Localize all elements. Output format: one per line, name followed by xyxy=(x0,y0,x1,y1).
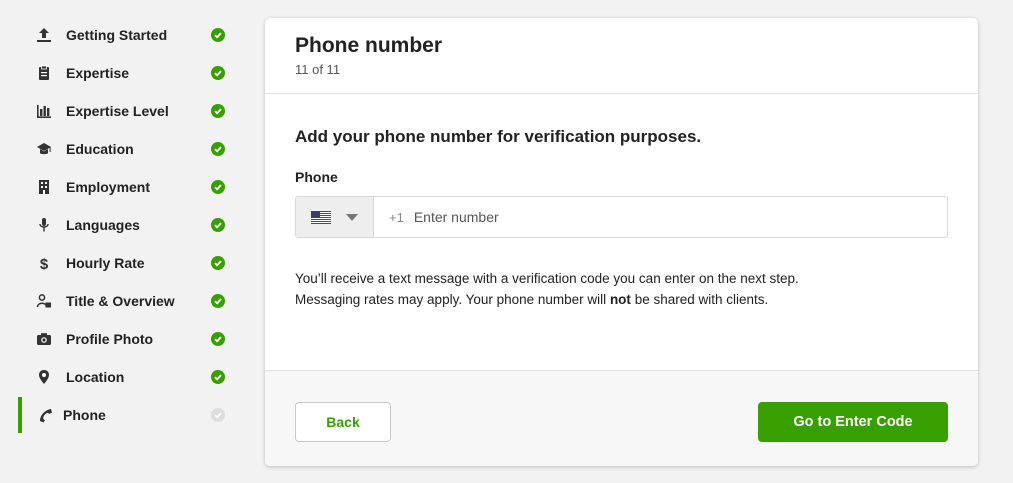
check-circle-icon xyxy=(211,408,225,422)
sidebar-item-label: Expertise xyxy=(66,65,130,81)
card-header: Phone number 11 of 11 xyxy=(265,18,978,94)
sidebar-item-label: Languages xyxy=(66,217,140,233)
country-select[interactable] xyxy=(296,197,374,237)
phone-number-card: Phone number 11 of 11 Add your phone num… xyxy=(265,18,978,466)
sidebar-nav: Getting Started Expertise Expertise Leve… xyxy=(0,16,250,434)
sidebar-item-phone[interactable]: Phone xyxy=(0,396,250,434)
go-to-enter-code-button[interactable]: Go to Enter Code xyxy=(758,402,948,442)
sidebar-item-label: Getting Started xyxy=(66,27,168,43)
note-text-after: be shared with clients. xyxy=(630,292,769,307)
bar-chart-icon xyxy=(35,102,53,120)
sidebar-item-employment[interactable]: Employment xyxy=(0,168,250,206)
sidebar-item-title-overview[interactable]: Title & Overview xyxy=(0,282,250,320)
chevron-down-icon xyxy=(346,213,358,221)
check-circle-icon xyxy=(211,66,225,80)
person-profile-icon xyxy=(35,292,53,310)
note-emphasis: not xyxy=(609,292,631,307)
check-circle-icon xyxy=(211,104,225,118)
sidebar-item-label: Phone xyxy=(63,407,106,423)
phone-field-label: Phone xyxy=(295,169,338,185)
sidebar-item-expertise-level[interactable]: Expertise Level xyxy=(0,92,250,130)
phone-field: +1 xyxy=(295,196,948,238)
back-button[interactable]: Back xyxy=(295,402,391,442)
camera-icon xyxy=(35,330,53,348)
check-circle-icon xyxy=(211,332,225,346)
map-pin-icon xyxy=(35,368,53,386)
step-counter: 11 of 11 xyxy=(295,62,341,77)
microphone-icon xyxy=(35,216,53,234)
sidebar-item-location[interactable]: Location xyxy=(0,358,250,396)
phone-icon xyxy=(37,406,55,424)
active-indicator xyxy=(18,397,22,433)
phone-input-wrapper: +1 xyxy=(374,197,947,237)
sidebar-item-hourly-rate[interactable]: $ Hourly Rate xyxy=(0,244,250,282)
card-body: Add your phone number for verification p… xyxy=(265,94,978,370)
check-circle-icon xyxy=(211,218,225,232)
sidebar-item-education[interactable]: Education xyxy=(0,130,250,168)
sidebar-item-label: Employment xyxy=(66,179,151,195)
sidebar-item-label: Expertise Level xyxy=(66,103,169,119)
page-title: Phone number xyxy=(295,34,443,57)
check-circle-icon xyxy=(211,370,225,384)
note-text-before: Messaging rates may apply. Your phone nu… xyxy=(295,292,610,307)
sidebar-item-languages[interactable]: Languages xyxy=(0,206,250,244)
sidebar-item-expertise[interactable]: Expertise xyxy=(0,54,250,92)
building-icon xyxy=(35,178,53,196)
check-circle-icon xyxy=(211,294,225,308)
sidebar-item-label: Hourly Rate xyxy=(66,255,145,271)
clipboard-icon xyxy=(35,64,53,82)
card-footer: Back Go to Enter Code xyxy=(265,370,978,466)
sidebar-item-getting-started[interactable]: Getting Started xyxy=(0,16,250,54)
check-circle-icon xyxy=(211,142,225,156)
note-line-2: Messaging rates may apply. Your phone nu… xyxy=(295,289,935,310)
sidebar-item-label: Education xyxy=(66,141,134,157)
check-circle-icon xyxy=(211,180,225,194)
graduation-cap-icon xyxy=(35,140,53,158)
phone-input[interactable] xyxy=(413,209,914,225)
section-heading: Add your phone number for verification p… xyxy=(295,127,702,146)
check-circle-icon xyxy=(211,28,225,42)
dial-prefix: +1 xyxy=(389,209,404,225)
sidebar-item-label: Title & Overview xyxy=(66,293,175,309)
note-line-1: You’ll receive a text message with a ver… xyxy=(295,271,799,286)
sidebar-item-profile-photo[interactable]: Profile Photo xyxy=(0,320,250,358)
dollar-icon: $ xyxy=(35,254,53,272)
sidebar-item-label: Profile Photo xyxy=(66,331,154,347)
upload-icon xyxy=(35,26,53,44)
check-circle-icon xyxy=(211,256,225,270)
verification-note: You’ll receive a text message with a ver… xyxy=(295,268,935,310)
sidebar-item-label: Location xyxy=(66,369,125,385)
svg-text:$: $ xyxy=(40,256,49,271)
us-flag-icon xyxy=(311,210,331,224)
